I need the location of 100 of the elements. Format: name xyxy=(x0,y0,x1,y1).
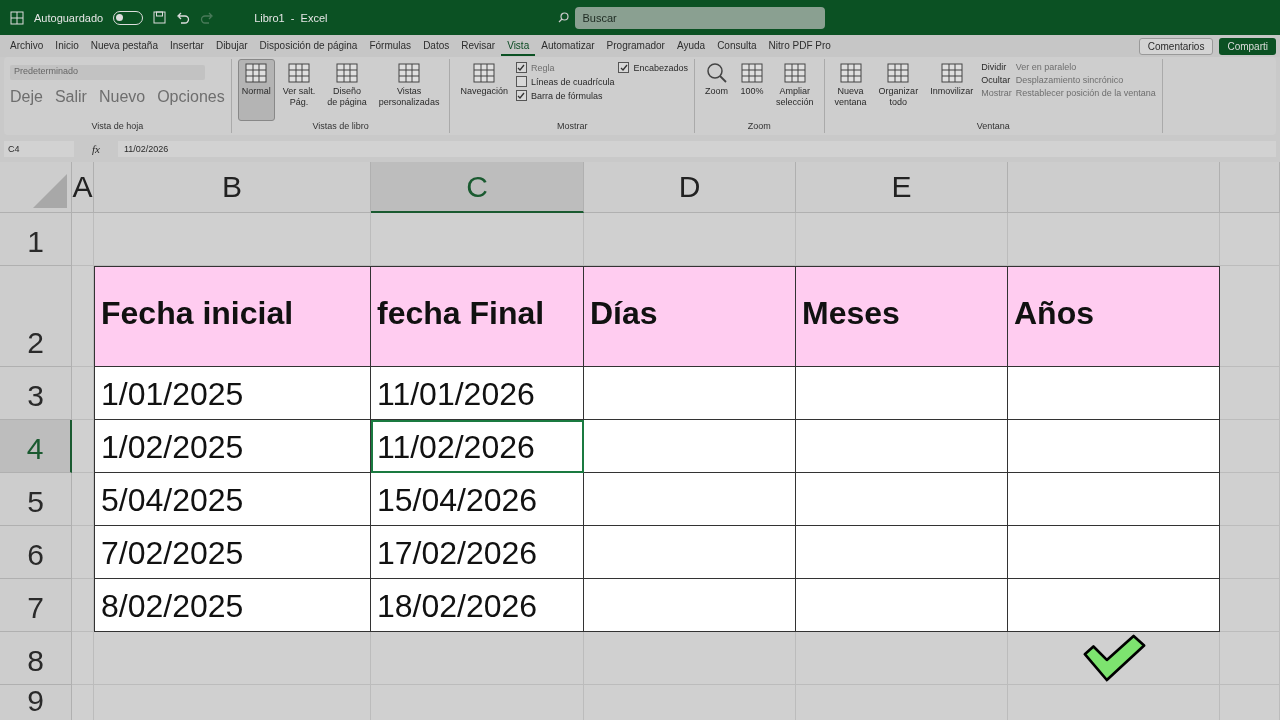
sheet-grid-icon xyxy=(782,62,807,84)
save-icon[interactable] xyxy=(153,11,167,24)
column-header[interactable]: A xyxy=(72,162,94,213)
sheet-grid-icon xyxy=(287,62,312,84)
table-header-cell: Días xyxy=(584,266,796,367)
table-cell[interactable]: 11/01/2026 xyxy=(371,367,584,420)
table-cell[interactable] xyxy=(796,526,1008,579)
row-header[interactable]: 5 xyxy=(0,473,72,526)
ribbon-checkbox[interactable]: Encabezados xyxy=(618,62,689,73)
menu-tab[interactable]: Inicio xyxy=(49,36,85,56)
column-header[interactable]: E xyxy=(796,162,1008,213)
row-header[interactable]: 2 xyxy=(0,266,72,367)
column-header[interactable] xyxy=(1008,162,1220,213)
ribbon-checkbox[interactable]: Barra de fórmulas xyxy=(515,90,615,101)
table-cell[interactable]: 11/02/2026 xyxy=(371,420,584,473)
grid-cell[interactable] xyxy=(1220,266,1280,367)
column-header[interactable]: D xyxy=(584,162,796,213)
grid-cell[interactable] xyxy=(72,213,94,266)
ribbon-button[interactable]: 100% xyxy=(736,59,769,121)
grid-cell[interactable] xyxy=(1220,213,1280,266)
ribbon-button[interactable]: Ampliar selección xyxy=(772,59,818,121)
ribbon-button[interactable]: Navegación xyxy=(456,59,512,121)
ribbon-small-button[interactable]: Dividir xyxy=(981,62,1012,72)
grid-cell[interactable] xyxy=(72,632,94,685)
menu-tab[interactable]: Fórmulas xyxy=(363,36,418,56)
table-cell[interactable]: 8/02/2025 xyxy=(94,579,371,632)
table-cell[interactable]: 5/04/2025 xyxy=(94,473,371,526)
row-header[interactable]: 4 xyxy=(0,420,72,473)
column-header[interactable]: B xyxy=(94,162,371,213)
grid-cell[interactable] xyxy=(1220,473,1280,526)
grid-cell[interactable] xyxy=(1220,367,1280,420)
grid-cell[interactable] xyxy=(1220,632,1280,685)
table-cell[interactable] xyxy=(1008,526,1220,579)
formula-field[interactable]: 11/02/2026 xyxy=(117,141,1276,157)
ribbon-checkbox[interactable]: Líneas de cuadrícula xyxy=(515,76,615,87)
ribbon-button[interactable]: Nueva ventana xyxy=(830,59,871,121)
menu-tab[interactable]: Insertar xyxy=(164,36,210,56)
table-cell[interactable]: 1/01/2025 xyxy=(94,367,371,420)
grid-cell[interactable] xyxy=(1220,526,1280,579)
insert-function-button[interactable]: fx xyxy=(80,143,112,155)
table-cell[interactable] xyxy=(584,579,796,632)
grid-cell[interactable] xyxy=(94,632,371,685)
ribbon-button[interactable]: Organizar todo xyxy=(874,59,923,121)
menu-tab[interactable]: Nueva pestaña xyxy=(84,36,164,56)
triangle-icon xyxy=(33,174,67,208)
ribbon-button[interactable]: Ver salt. Pág. xyxy=(278,59,320,121)
table-cell[interactable] xyxy=(796,367,1008,420)
table-cell[interactable] xyxy=(584,526,796,579)
ribbon-button[interactable]: Vistas personalizadas xyxy=(374,59,444,121)
grid-cell[interactable] xyxy=(1220,420,1280,473)
row-header[interactable]: 7 xyxy=(0,579,72,632)
row-header[interactable]: 1 xyxy=(0,213,72,266)
ribbon-small-button[interactable]: Ocultar xyxy=(981,75,1012,85)
table-cell[interactable] xyxy=(584,420,796,473)
menu-tab[interactable]: Consulta xyxy=(711,36,763,56)
share-button[interactable]: Comparti xyxy=(1219,37,1276,55)
column-header[interactable] xyxy=(1220,162,1280,213)
table-cell[interactable]: 15/04/2026 xyxy=(371,473,584,526)
table-cell[interactable]: 18/02/2026 xyxy=(371,579,584,632)
grid-cell[interactable] xyxy=(1220,579,1280,632)
table-cell[interactable] xyxy=(796,579,1008,632)
table-cell[interactable] xyxy=(796,473,1008,526)
menu-tab[interactable]: Nitro PDF Pro xyxy=(762,36,837,56)
row-header[interactable]: 8 xyxy=(0,632,72,685)
redo-icon[interactable] xyxy=(200,11,215,24)
column-header[interactable]: C xyxy=(371,162,584,213)
table-cell[interactable] xyxy=(1008,420,1220,473)
grid-cell[interactable] xyxy=(371,632,584,685)
name-box[interactable]: C4 xyxy=(4,141,74,157)
menu-tab[interactable]: Archivo xyxy=(4,36,50,56)
table-cell[interactable]: 17/02/2026 xyxy=(371,526,584,579)
menu-tab[interactable]: Dibujar xyxy=(209,36,254,56)
row-header[interactable]: 6 xyxy=(0,526,72,579)
table-cell[interactable] xyxy=(1008,473,1220,526)
table-cell[interactable] xyxy=(1008,367,1220,420)
menu-tab[interactable]: Disposición de página xyxy=(253,36,364,56)
grid-cell[interactable] xyxy=(584,632,796,685)
comments-button[interactable]: Comentarios xyxy=(1138,37,1214,55)
menu-tab[interactable]: Datos xyxy=(417,36,456,56)
table-cell[interactable] xyxy=(584,473,796,526)
search-field[interactable]: Buscar xyxy=(574,6,825,29)
grid-cell[interactable] xyxy=(796,632,1008,685)
menu-tab[interactable]: Programador xyxy=(600,36,671,56)
ribbon-button[interactable]: Normal xyxy=(237,59,275,121)
table-cell[interactable] xyxy=(796,420,1008,473)
table-cell[interactable]: 1/02/2025 xyxy=(94,420,371,473)
menu-tab[interactable]: Revisar xyxy=(455,36,502,56)
row-header[interactable]: 3 xyxy=(0,367,72,420)
menu-tab[interactable]: Automatizar xyxy=(535,36,601,56)
grid-cell[interactable] xyxy=(1008,632,1220,685)
table-cell[interactable]: 7/02/2025 xyxy=(94,526,371,579)
menu-tab[interactable]: Vista xyxy=(501,36,536,56)
table-cell[interactable] xyxy=(1008,579,1220,632)
table-cell[interactable] xyxy=(584,367,796,420)
undo-icon[interactable] xyxy=(176,11,191,24)
ribbon-button[interactable]: Inmovilizar xyxy=(926,59,978,121)
ribbon-button[interactable]: Diseño de página xyxy=(323,59,371,121)
ribbon-button[interactable]: Zoom xyxy=(701,59,733,121)
select-all-corner[interactable] xyxy=(0,162,72,213)
menu-tab[interactable]: Ayuda xyxy=(670,36,712,56)
